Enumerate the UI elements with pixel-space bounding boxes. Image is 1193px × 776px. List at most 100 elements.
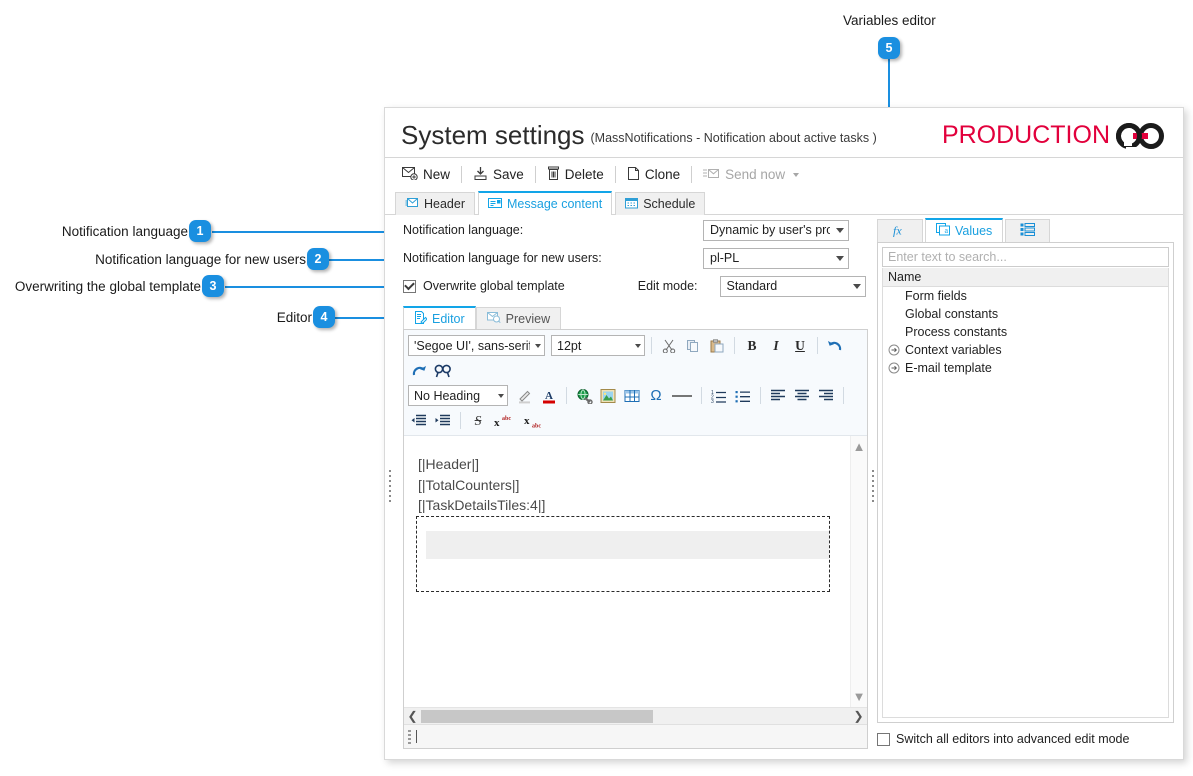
increase-indent-icon[interactable] (432, 410, 454, 432)
toolbar-separator (817, 337, 818, 354)
notification-language-select[interactable]: Dynamic by user's prof... (703, 219, 849, 241)
cut-icon[interactable] (658, 335, 680, 357)
underline-icon[interactable]: U (789, 335, 811, 357)
strikethrough-icon[interactable]: S (467, 410, 489, 432)
find-replace-icon[interactable] (432, 360, 454, 382)
editor-horizontal-scrollbar[interactable]: ❮ ❯ (404, 707, 867, 724)
tab-schedule-label: Schedule (643, 197, 696, 211)
tree-row-global-constants[interactable]: Global constants (883, 305, 1168, 323)
numbered-list-icon[interactable]: 1 2 3 (708, 385, 730, 407)
align-center-icon[interactable] (791, 385, 813, 407)
tree-row-email-template[interactable]: E-mail template (883, 359, 1168, 377)
svg-text:A: A (545, 390, 553, 402)
variables-tree[interactable]: Form fields Global constants Process con… (882, 287, 1169, 718)
expand-arrow-icon[interactable] (887, 344, 900, 357)
delete-button[interactable]: Delete (540, 163, 611, 187)
insert-link-icon[interactable] (573, 385, 595, 407)
svg-text:abc: abc (532, 423, 541, 428)
leader-line-3 (225, 286, 407, 288)
font-size-value: 12pt (557, 338, 582, 353)
toolbar-separator (651, 337, 652, 354)
hscroll-thumb[interactable] (421, 709, 653, 723)
scroll-right-icon[interactable]: ❯ (850, 710, 867, 722)
editor-surface[interactable]: [|Header|] [|TotalCounters|] [|TaskDetai… (404, 436, 867, 707)
tab-preview[interactable]: Preview (475, 307, 562, 329)
system-settings-window: System settings (MassNotifications - Not… (384, 107, 1184, 760)
bold-icon[interactable]: B (741, 335, 763, 357)
heading-value: No Heading (414, 388, 481, 403)
tab-message-content[interactable]: Message content (478, 191, 613, 215)
horizontal-rule-icon[interactable] (669, 385, 695, 407)
align-right-icon[interactable] (815, 385, 837, 407)
chevron-down-icon (793, 172, 800, 177)
new-users-language-value: pl-PL (710, 251, 740, 265)
callout-badge-5: 5 (878, 37, 900, 59)
right-splitter-handle[interactable] (868, 215, 877, 759)
tree-row-label: E-mail template (905, 361, 992, 375)
advanced-edit-mode-checkbox[interactable] (877, 732, 890, 746)
copy-icon[interactable] (682, 335, 704, 357)
rich-text-editor: 'Segoe UI', sans-serif 12pt B I U No Hea… (403, 329, 868, 749)
callout-label-2: Notification language for new users (95, 252, 306, 267)
decrease-indent-icon[interactable] (408, 410, 430, 432)
italic-icon[interactable]: I (765, 335, 787, 357)
new-users-language-select[interactable]: pl-PL (703, 247, 849, 269)
callout-label-1: Notification language (61, 224, 188, 239)
tab-functions[interactable]: fx (877, 219, 923, 242)
tab-editor-label: Editor (432, 311, 465, 326)
editor-canvas[interactable]: [|Header|] [|TotalCounters|] [|TaskDetai… (404, 436, 850, 707)
tab-editor[interactable]: Editor (403, 306, 476, 329)
special-character-icon[interactable]: Ω (645, 385, 667, 407)
tab-schedule[interactable]: Schedule (615, 192, 706, 215)
tree-row-form-fields[interactable]: Form fields (883, 287, 1168, 305)
heading-select[interactable]: No Heading (408, 385, 508, 406)
advanced-edit-mode-label: Switch all editors into advanced edit mo… (896, 732, 1130, 746)
subscript-icon[interactable]: x abc (521, 410, 549, 432)
insert-image-icon[interactable] (597, 385, 619, 407)
clone-button-label: Clone (644, 167, 681, 182)
overwrite-global-template-checkbox[interactable] (403, 279, 416, 293)
toolbar-row-1: 'Segoe UI', sans-serif 12pt B I U (408, 333, 863, 358)
paste-icon[interactable] (706, 335, 728, 357)
superscript-icon[interactable]: x abc (491, 410, 519, 432)
message-content-pane: Notification language: Dynamic by user's… (394, 215, 868, 759)
editor-tab-strip: Editor Preview (403, 306, 868, 329)
expand-arrow-icon[interactable] (887, 362, 900, 375)
editor-vertical-scrollbar[interactable]: ▲ ▼ (850, 436, 867, 707)
font-family-select[interactable]: 'Segoe UI', sans-serif (408, 335, 545, 356)
undo-icon[interactable] (824, 335, 846, 357)
clone-button[interactable]: Clone (620, 163, 687, 187)
new-button[interactable]: New (395, 163, 457, 186)
scroll-left-icon[interactable]: ❮ (404, 710, 421, 722)
splitter-dots-icon (871, 470, 874, 504)
send-now-button-label: Send now (725, 167, 786, 182)
rich-text-toolbar: 'Segoe UI', sans-serif 12pt B I U No Hea… (404, 330, 867, 436)
splitter-dots-icon (388, 470, 391, 504)
tree-row-context-variables[interactable]: Context variables (883, 341, 1168, 359)
font-size-select[interactable]: 12pt (551, 335, 645, 356)
send-now-button[interactable]: Send now (696, 164, 806, 186)
edit-mode-select[interactable]: Standard (719, 275, 866, 297)
variables-search-placeholder: Enter text to search... (888, 250, 1007, 264)
svg-text:fx: fx (893, 223, 902, 237)
variables-search-input[interactable]: Enter text to search... (882, 247, 1169, 267)
chevron-up-icon[interactable]: ▲ (853, 440, 866, 453)
notification-language-row: Notification language: Dynamic by user's… (403, 218, 868, 242)
left-splitter-handle[interactable] (385, 215, 394, 759)
notification-language-value: Dynamic by user's prof... (710, 223, 830, 237)
chevron-down-icon[interactable]: ▼ (853, 690, 866, 703)
tab-header[interactable]: Header (395, 192, 475, 215)
save-button[interactable]: Save (466, 163, 531, 187)
highlight-icon[interactable] (514, 385, 536, 407)
notification-language-label: Notification language: (403, 223, 524, 237)
placeholder-region (416, 515, 830, 592)
tree-row-label: Global constants (905, 307, 999, 321)
tree-row-process-constants[interactable]: Process constants (883, 323, 1168, 341)
insert-table-icon[interactable] (621, 385, 643, 407)
align-left-icon[interactable] (767, 385, 789, 407)
bulleted-list-icon[interactable] (732, 385, 754, 407)
tab-properties[interactable] (1005, 219, 1051, 242)
redo-icon[interactable] (408, 360, 430, 382)
font-color-icon[interactable]: A (538, 385, 560, 407)
tab-values[interactable]: a Values (925, 218, 1004, 242)
